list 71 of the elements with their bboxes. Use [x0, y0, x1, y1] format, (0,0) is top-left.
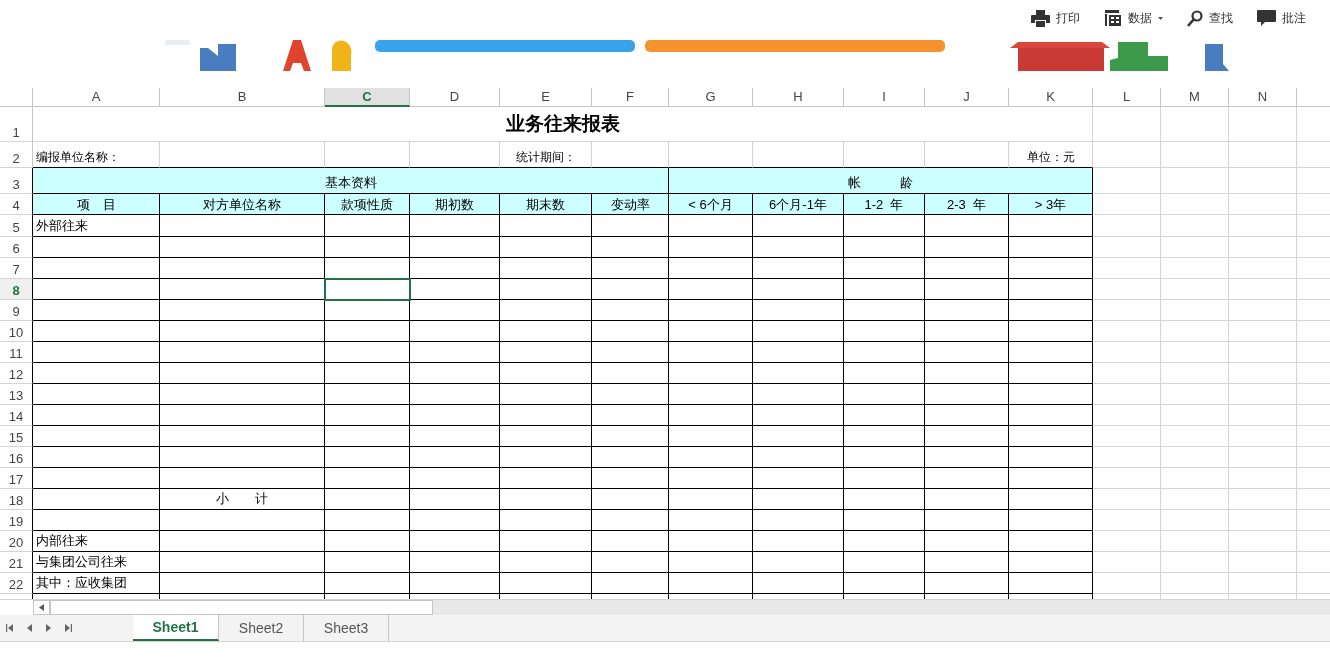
sheet-tab[interactable]: Sheet3: [304, 615, 389, 641]
comment-icon: [1257, 9, 1276, 27]
column-heading: 变动率: [592, 194, 669, 215]
row-header[interactable]: 10: [0, 321, 33, 342]
scroll-left-button[interactable]: [33, 600, 50, 615]
column-header[interactable]: B: [160, 88, 325, 107]
column-heading: 2-3 年: [925, 194, 1009, 215]
column-heading: 款项性质: [325, 194, 410, 215]
table-cell: 外部往来: [33, 215, 160, 237]
column-header[interactable]: I: [844, 88, 925, 107]
row-header[interactable]: 17: [0, 468, 33, 489]
row-header[interactable]: 22: [0, 573, 33, 594]
row-header[interactable]: 5: [0, 215, 33, 237]
next-sheet-icon[interactable]: [46, 624, 51, 632]
scrollbar-thumb[interactable]: [50, 600, 433, 615]
printer-icon: [1031, 9, 1050, 27]
column-group-heading: 基本资料: [33, 168, 669, 194]
row-header[interactable]: 16: [0, 447, 33, 468]
column-header[interactable]: J: [925, 88, 1009, 107]
column-header[interactable]: H: [753, 88, 844, 107]
row-header[interactable]: 1: [0, 107, 33, 142]
column-heading: 1-2 年: [844, 194, 925, 215]
row-header[interactable]: 19: [0, 510, 33, 531]
column-heading: 项 目: [33, 194, 160, 215]
table-cell: 小 计: [160, 489, 325, 510]
row-header[interactable]: 9: [0, 300, 33, 321]
column-header[interactable]: G: [669, 88, 753, 107]
column-heading: 6个月-1年: [753, 194, 844, 215]
column-heading: 对方单位名称: [160, 194, 325, 215]
first-sheet-icon[interactable]: [6, 624, 13, 632]
row-header[interactable]: 15: [0, 426, 33, 447]
row-header[interactable]: 6: [0, 237, 33, 258]
data-sheet-icon: [1104, 9, 1122, 27]
row-header[interactable]: 13: [0, 384, 33, 405]
left-arrow-icon: [39, 604, 44, 611]
column-header[interactable]: F: [592, 88, 669, 107]
column-header[interactable]: N: [1229, 88, 1297, 107]
table-cell: 其中：应收集团: [33, 573, 160, 594]
column-header[interactable]: M: [1161, 88, 1229, 107]
find-button[interactable]: 查找: [1183, 5, 1237, 31]
column-group-heading: 帐 龄: [669, 168, 1093, 194]
row-header[interactable]: 8: [0, 279, 33, 300]
row-header[interactable]: 14: [0, 405, 33, 426]
row-header[interactable]: 11: [0, 342, 33, 363]
column-heading: > 3年: [1009, 194, 1093, 215]
column-header[interactable]: L: [1093, 88, 1161, 107]
column-header[interactable]: A: [33, 88, 160, 107]
column-heading: < 6个月: [669, 194, 753, 215]
sheet-tab[interactable]: Sheet2: [219, 615, 304, 641]
row-header[interactable]: 12: [0, 363, 33, 384]
column-header[interactable]: D: [410, 88, 500, 107]
report-title: 业务往来报表: [33, 107, 1093, 142]
last-sheet-icon[interactable]: [65, 624, 72, 632]
row-header[interactable]: 2: [0, 142, 33, 168]
column-header[interactable]: C: [325, 88, 410, 107]
table-cell: 与集团公司往来: [33, 552, 160, 573]
selected-cell[interactable]: [325, 279, 410, 300]
row-header[interactable]: 20: [0, 531, 33, 552]
column-heading: 期末数: [500, 194, 592, 215]
column-heading: 期初数: [410, 194, 500, 215]
search-icon: [1187, 9, 1203, 27]
sheet-tab[interactable]: Sheet1: [133, 615, 219, 641]
print-button[interactable]: 打印: [1027, 5, 1084, 31]
table-cell: 内部往来: [33, 531, 160, 552]
previous-sheet-icon[interactable]: [27, 624, 32, 632]
row-header[interactable]: 21: [0, 552, 33, 573]
comment-button[interactable]: 批注: [1253, 5, 1310, 31]
column-header[interactable]: K: [1009, 88, 1093, 107]
data-button[interactable]: 数据: [1100, 5, 1167, 31]
row-header[interactable]: 18: [0, 489, 33, 510]
column-header[interactable]: E: [500, 88, 592, 107]
